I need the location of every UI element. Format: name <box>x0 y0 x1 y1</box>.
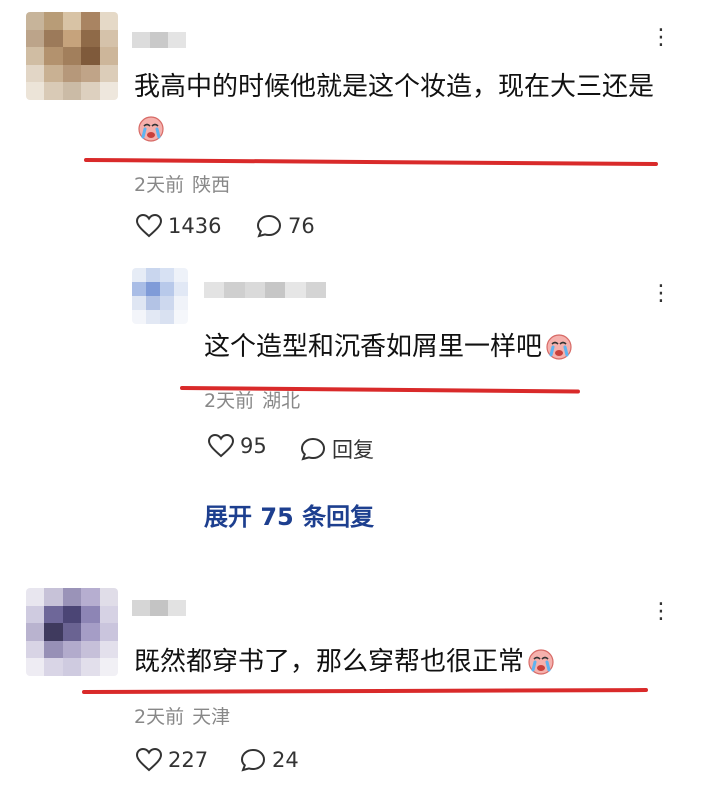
crying-emoji-icon <box>545 331 573 373</box>
expand-replies-link[interactable]: 展开 75 条回复 <box>204 497 374 532</box>
comment-text: 这个造型和沉香如屑里一样吧 <box>204 326 644 373</box>
more-options-icon[interactable]: ⋮ <box>650 283 674 305</box>
crying-emoji-icon <box>527 646 555 688</box>
comment-meta: 2天前 陕西 <box>134 174 231 196</box>
comment-text: 我高中的时候他就是这个妆造，现在大三还是 <box>134 66 674 155</box>
heart-icon <box>208 434 234 458</box>
username-blurred[interactable] <box>132 600 186 616</box>
avatar[interactable] <box>132 268 188 324</box>
comment-meta: 2天前 天津 <box>134 706 231 728</box>
reply-count-button[interactable]: 76 <box>256 214 315 238</box>
username-blurred[interactable] <box>204 282 326 298</box>
comment-bubble-icon <box>240 748 266 772</box>
comment-bubble-icon <box>256 214 282 238</box>
username-blurred[interactable] <box>132 32 186 48</box>
avatar[interactable] <box>26 12 118 100</box>
avatar[interactable] <box>26 588 118 676</box>
crying-emoji-icon <box>137 113 165 155</box>
comment-bubble-icon <box>300 437 326 461</box>
reply-button[interactable]: 回复 <box>300 434 374 464</box>
heart-icon <box>136 748 162 772</box>
highlight-underline <box>83 158 659 167</box>
like-button[interactable]: 1436 <box>136 214 221 238</box>
more-options-icon[interactable]: ⋮ <box>650 601 674 623</box>
like-button[interactable]: 95 <box>208 434 267 458</box>
heart-icon <box>136 214 162 238</box>
reply-count-button[interactable]: 24 <box>240 748 299 772</box>
more-options-icon[interactable]: ⋮ <box>650 27 674 49</box>
highlight-underline <box>81 688 649 694</box>
comment-text: 既然都穿书了，那么穿帮也很正常 <box>134 641 634 688</box>
like-button[interactable]: 227 <box>136 748 208 772</box>
